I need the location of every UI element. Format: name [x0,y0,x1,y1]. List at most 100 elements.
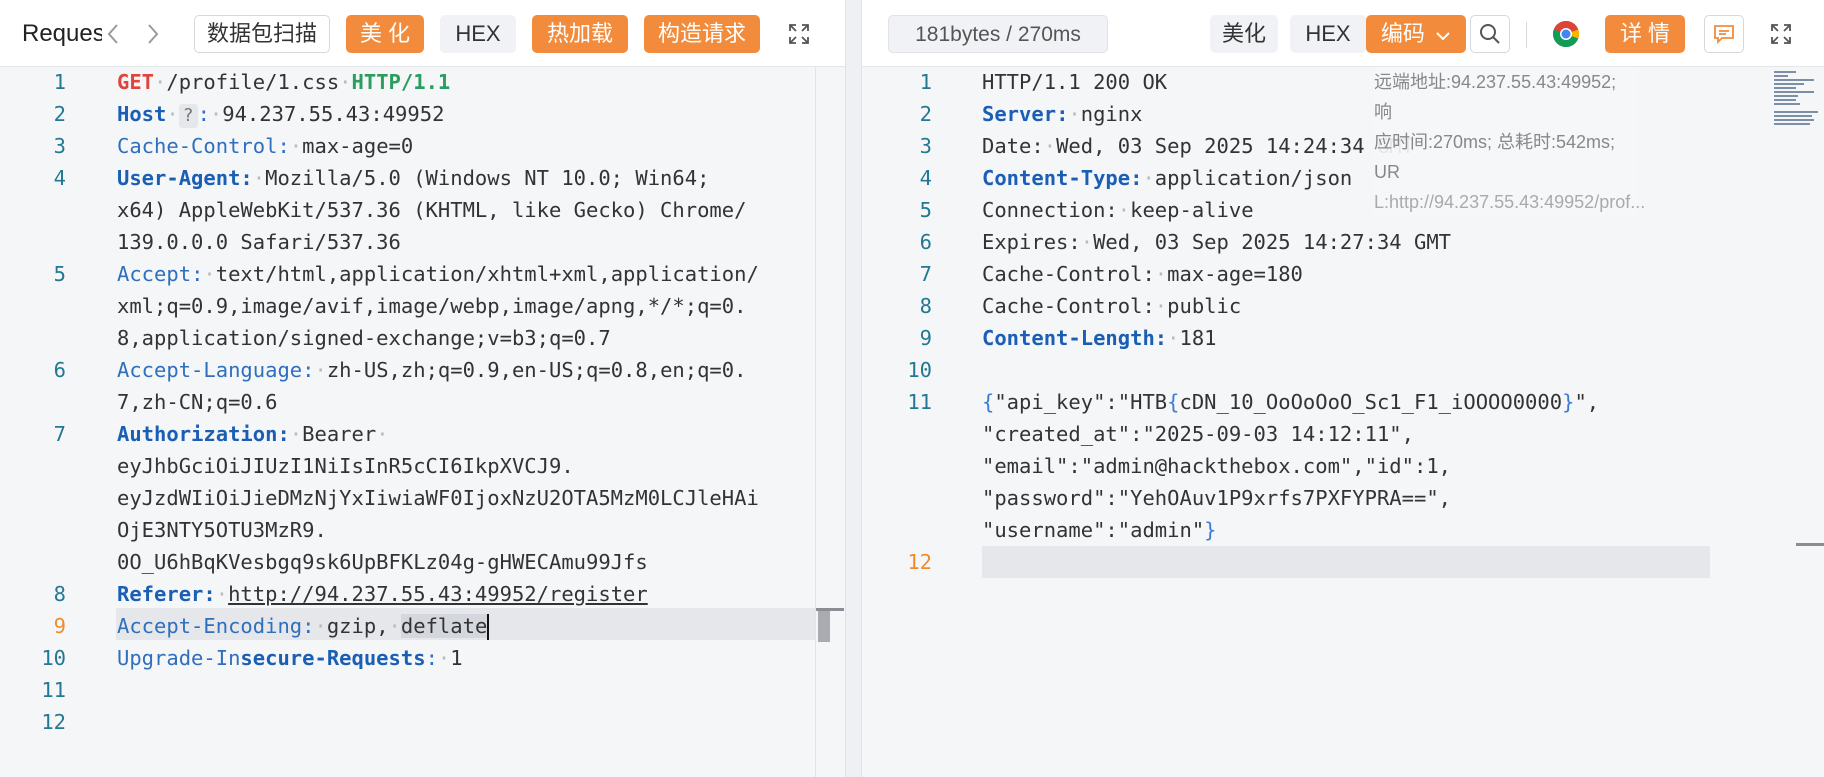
header-line: User-Agent:·Mozilla/5.0 (Windows NT 10.0… [117,166,710,190]
header-line: Accept-Encoding:·gzip,·deflate [117,614,490,640]
line-number: 11 [907,390,932,414]
request-scrollbar[interactable] [815,67,845,777]
header-value: zh-US,zh;q=0.9,en-US;q=0.8,en;q=0. [326,358,747,382]
header-key-part: Upgrade-In [117,646,241,670]
line-number: 3 [53,134,66,158]
header-key: Content-Length [982,326,1155,350]
details-button[interactable]: 详 情 [1605,15,1685,53]
header-value-wrap: eyJhbGciOiJIUzI1NiIsInR5cCI6IkpXVCJ9. [117,454,574,478]
line-number: 6 [53,358,66,382]
expand-icon[interactable] [1762,15,1800,53]
hex-button[interactable]: HEX [1290,15,1366,53]
line-number: 11 [41,678,66,702]
json-brace: } [1204,518,1217,542]
chevron-right-icon[interactable] [144,15,162,53]
info-line: L:http://94.237.55.43:49952/prof... [1374,192,1646,212]
http-version: HTTP/1.1 [351,70,451,94]
response-info-overlay: 远端地址:94.237.55.43:49952; 响 应时间:270ms; 总耗… [1374,67,1646,217]
header-value: 181 [1179,326,1217,350]
beautify-button[interactable]: 美化 [1210,15,1278,53]
scrollbar-thumb[interactable] [818,610,830,642]
request-editor[interactable]: 1 2 3 4 5 6 7 8 9 10 11 12 GET·/profile/… [0,67,829,777]
toolbar-divider [1526,22,1527,48]
json-brace: { [1167,390,1180,414]
response-minimap[interactable] [1774,67,1824,127]
json-text: "username":"admin" [982,518,1205,542]
help-badge[interactable]: ? [178,104,198,128]
current-line-highlight [982,546,1710,578]
request-pane: Reques 数据包扫描 美 化 HEX 热加载 构造请求 1 2 3 4 5 [0,0,845,777]
line-number: 7 [919,262,932,286]
header-value: max-age=180 [1167,262,1303,286]
chevron-left-icon[interactable] [104,15,122,53]
header-key: Accept [117,262,192,286]
json-body-line: {"api_key":"HTB{cDN_10_OoOoOoO_Sc1_F1_iO… [982,386,1599,418]
packet-scan-button[interactable]: 数据包扫描 [194,15,330,53]
header-line: Cache-Control:·max-age=0 [117,134,414,158]
line-number: 12 [907,550,932,574]
expand-icon[interactable] [780,15,818,53]
json-text: cDN_10_OoOoOoO_Sc1_F1_iOOOO0000 [1179,390,1563,414]
header-line: Cache-Control:·public [982,294,1242,318]
json-body-line: "username":"admin"} [982,514,1217,546]
header-key: Connection [982,198,1106,222]
header-line: Expires:·Wed, 03 Sep 2025 14:27:34 GMT [982,230,1452,254]
request-toolbar: Reques 数据包扫描 美 化 HEX 热加载 构造请求 [0,0,845,67]
chrome-icon[interactable] [1547,15,1585,53]
json-brace: { [982,390,995,414]
header-key-part: secure-Requests [240,646,426,670]
hex-button[interactable]: HEX [440,15,516,53]
header-key: Accept-Language [117,358,303,382]
header-value: Wed, 03 Sep 2025 14:24:34 GMT [1056,134,1414,158]
header-value-wrap: 139.0.0.0 Safari/537.36 [117,230,401,254]
header-line: Authorization:·Bearer· [117,422,389,446]
header-line: Cache-Control:·max-age=180 [982,262,1303,286]
json-body-line: "email":"admin@hackthebox.com","id":1, [982,454,1451,478]
line-number: 5 [53,262,66,286]
header-key: Content-Type [982,166,1131,190]
header-value: Mozilla/5.0 (Windows NT 10.0; Win64; [265,166,710,190]
header-line: Accept:·text/html,application/xhtml+xml,… [117,262,759,286]
status-line: HTTP/1.1 200 OK [982,70,1168,94]
search-icon[interactable] [1470,15,1510,53]
pane-splitter[interactable] [845,0,862,777]
line-number: 1 [53,70,66,94]
construct-request-button[interactable]: 构造请求 [644,15,760,53]
header-key: Referer [117,582,204,606]
header-key: Authorization [117,422,278,446]
header-key: User-Agent [117,166,241,190]
json-body-line: "created_at":"2025-09-03 14:12:11", [982,422,1414,446]
header-value: max-age=0 [302,134,414,158]
header-value: keep-alive [1130,198,1254,222]
header-line: Upgrade-Insecure-Requests:·1 [117,646,463,670]
request-tab-title[interactable]: Reques [22,15,102,53]
header-line: Referer:·http://94.237.55.43:49952/regis… [117,582,648,606]
header-line: Connection:·keep-alive [982,198,1254,222]
request-line: GET·/profile/1.css·HTTP/1.1 [117,70,451,94]
json-text: "api_key":"HTB [994,390,1168,414]
beautify-button[interactable]: 美 化 [346,15,424,53]
info-line: 远端地址:94.237.55.43:49952; 响 [1374,72,1617,122]
header-key: Server [982,102,1057,126]
line-number: 2 [919,102,932,126]
line-number: 9 [53,614,66,638]
hot-reload-button[interactable]: 热加载 [532,15,628,53]
header-value-wrap: OjE3NTY5OTU3MzR9. [117,518,327,542]
header-value-wrap: xml;q=0.9,image/avif,image/webp,image/ap… [117,294,747,318]
scroll-position-marker [816,608,844,611]
header-value: public [1167,294,1242,318]
encode-label: 编码 [1380,21,1425,46]
header-key: Cache-Control [982,262,1143,286]
header-value: nginx [1080,102,1143,126]
header-line: Server:·nginx [982,102,1143,126]
header-value: Wed, 03 Sep 2025 14:27:34 GMT [1093,230,1452,254]
referer-link[interactable]: http://94.237.55.43:49952/register [228,582,648,606]
comment-icon[interactable] [1704,15,1744,53]
line-number: 8 [53,582,66,606]
json-brace: } [1562,390,1575,414]
encode-dropdown[interactable]: 编码 [1366,15,1466,53]
scroll-position-marker [1796,543,1824,546]
response-editor[interactable]: 1 2 3 4 5 6 7 8 9 10 11 12 HTTP/1.1 200 … [862,67,1824,777]
header-key: Host [117,102,167,126]
response-stats-badge: 181bytes / 270ms [888,15,1108,53]
